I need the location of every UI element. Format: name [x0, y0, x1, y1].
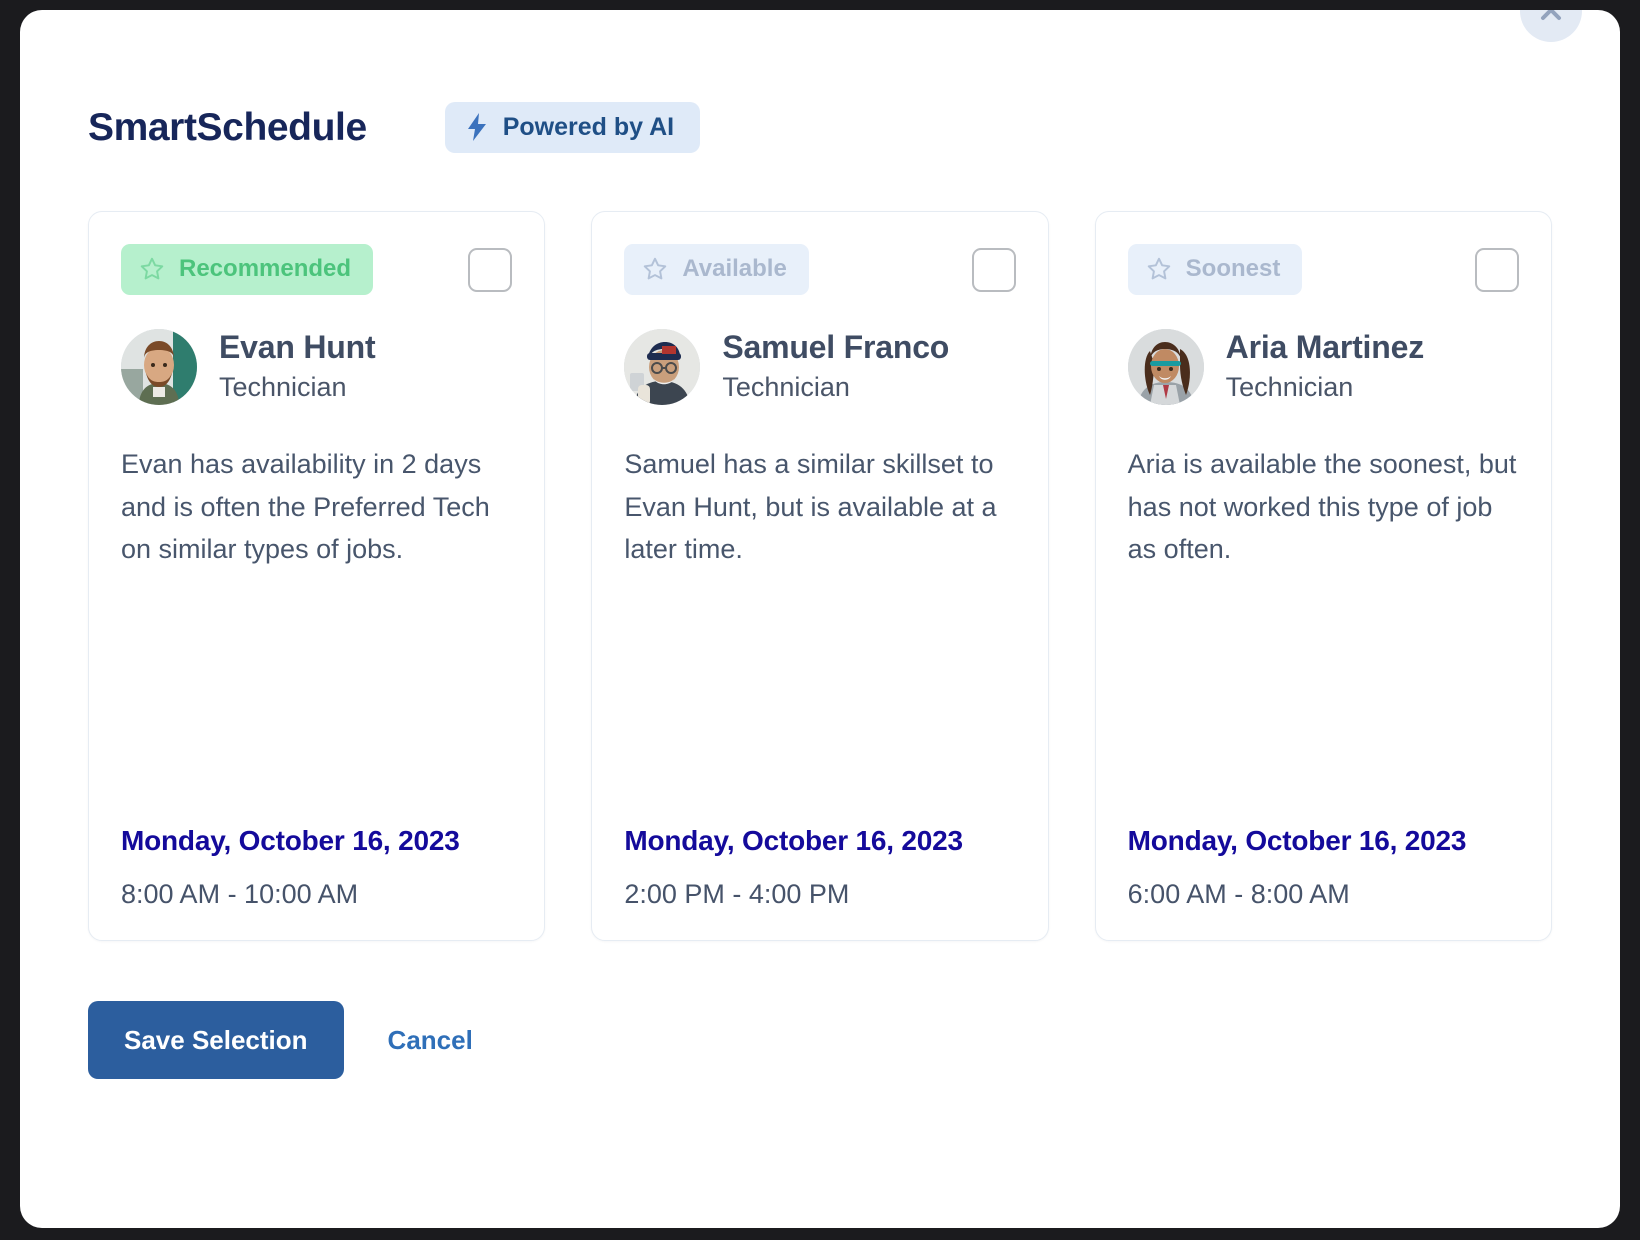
technician-text: Samuel Franco Technician — [722, 329, 949, 405]
technician-identity: Aria Martinez Technician — [1128, 329, 1519, 405]
slot-time: 8:00 AM - 10:00 AM — [121, 879, 512, 910]
slot-info: Monday, October 16, 2023 6:00 AM - 8:00 … — [1128, 825, 1519, 910]
status-badge-label: Available — [682, 257, 787, 281]
recommendation-cards: Recommended — [20, 211, 1620, 941]
technician-card[interactable]: Soonest — [1095, 211, 1552, 941]
slot-info: Monday, October 16, 2023 2:00 PM - 4:00 … — [624, 825, 1015, 910]
page-title: SmartSchedule — [88, 108, 367, 147]
slot-time: 2:00 PM - 4:00 PM — [624, 879, 1015, 910]
avatar — [121, 329, 197, 405]
technician-description: Evan has availability in 2 days and is o… — [121, 443, 512, 571]
status-badge: Soonest — [1128, 244, 1303, 295]
technician-role: Technician — [219, 371, 375, 405]
star-icon — [642, 256, 668, 282]
powered-by-ai-label: Powered by AI — [503, 115, 674, 140]
status-badge-label: Soonest — [1186, 257, 1281, 281]
card-header: Available — [624, 244, 1015, 295]
status-badge: Recommended — [121, 244, 373, 295]
modal-footer: Save Selection Cancel — [20, 1001, 1620, 1079]
bolt-icon — [467, 113, 487, 141]
slot-time: 6:00 AM - 8:00 AM — [1128, 879, 1519, 910]
technician-identity: Evan Hunt Technician — [121, 329, 512, 405]
close-button[interactable] — [1520, 10, 1582, 42]
slot-date: Monday, October 16, 2023 — [121, 825, 512, 857]
status-badge: Available — [624, 244, 809, 295]
avatar — [1128, 329, 1204, 405]
technician-description: Aria is available the soonest, but has n… — [1128, 443, 1519, 571]
technician-description: Samuel has a similar skillset to Evan Hu… — [624, 443, 1015, 571]
close-icon — [1536, 10, 1566, 28]
star-icon — [1146, 256, 1172, 282]
select-technician-checkbox[interactable] — [468, 248, 512, 292]
technician-name: Samuel Franco — [722, 329, 949, 367]
technician-name: Evan Hunt — [219, 329, 375, 367]
card-header: Soonest — [1128, 244, 1519, 295]
card-header: Recommended — [121, 244, 512, 295]
select-technician-checkbox[interactable] — [1475, 248, 1519, 292]
technician-card[interactable]: Recommended — [88, 211, 545, 941]
technician-role: Technician — [722, 371, 949, 405]
technician-name: Aria Martinez — [1226, 329, 1424, 367]
technician-text: Aria Martinez Technician — [1226, 329, 1424, 405]
modal-header: SmartSchedule Powered by AI — [20, 10, 1620, 153]
technician-card[interactable]: Available — [591, 211, 1048, 941]
powered-by-ai-badge: Powered by AI — [445, 102, 700, 153]
save-selection-button[interactable]: Save Selection — [88, 1001, 344, 1079]
technician-identity: Samuel Franco Technician — [624, 329, 1015, 405]
slot-info: Monday, October 16, 2023 8:00 AM - 10:00… — [121, 825, 512, 910]
smartschedule-modal: SmartSchedule Powered by AI — [20, 10, 1620, 1228]
slot-date: Monday, October 16, 2023 — [1128, 825, 1519, 857]
select-technician-checkbox[interactable] — [972, 248, 1016, 292]
technician-role: Technician — [1226, 371, 1424, 405]
technician-text: Evan Hunt Technician — [219, 329, 375, 405]
cancel-button[interactable]: Cancel — [374, 1001, 487, 1079]
slot-date: Monday, October 16, 2023 — [624, 825, 1015, 857]
avatar — [624, 329, 700, 405]
star-icon — [139, 256, 165, 282]
status-badge-label: Recommended — [179, 257, 351, 281]
